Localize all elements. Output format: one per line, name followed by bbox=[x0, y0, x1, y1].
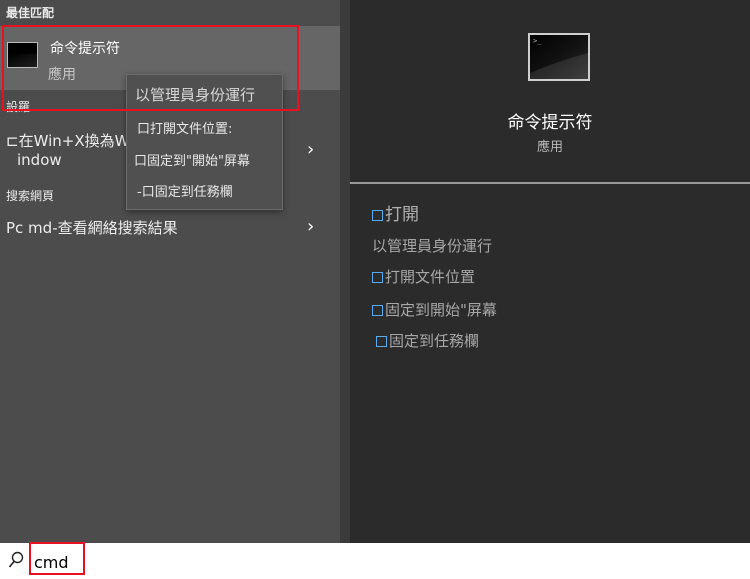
svg-text:>_: >_ bbox=[533, 37, 542, 45]
web-search-result[interactable]: Pc md-查看網絡搜索結果 › bbox=[0, 216, 340, 255]
taskbar-search-box bbox=[0, 543, 750, 579]
context-pin-to-taskbar[interactable]: -口固定到任務欄 bbox=[137, 181, 292, 200]
action-open[interactable]: 打開 bbox=[372, 200, 419, 225]
chevron-right-icon[interactable]: › bbox=[307, 139, 314, 160]
context-open-file-location[interactable]: 口打開文件位置: bbox=[137, 118, 292, 137]
square-icon bbox=[372, 272, 383, 283]
web-search-label: Pc md-查看網絡搜索結果 bbox=[6, 219, 178, 237]
search-input[interactable] bbox=[34, 551, 234, 573]
preview-subtitle: 應用 bbox=[536, 140, 563, 155]
context-pin-to-start[interactable]: 口固定到"開始"屏幕 bbox=[134, 150, 289, 169]
square-icon bbox=[372, 305, 383, 316]
preview-pane: >_ 命令提示符 應用 打開 以管理員身份運行 打開文件位置 固定到開始"屏幕 … bbox=[350, 0, 750, 543]
preview-divider bbox=[350, 182, 750, 184]
square-icon bbox=[376, 336, 387, 347]
settings-result-line2: indow bbox=[17, 151, 62, 169]
action-pin-to-taskbar[interactable]: 固定到任務欄 bbox=[376, 330, 479, 351]
action-pin-to-start[interactable]: 固定到開始"屏幕 bbox=[372, 299, 497, 320]
action-open-file-location[interactable]: 打開文件位置 bbox=[372, 266, 475, 287]
square-icon bbox=[372, 210, 383, 221]
chevron-right-icon[interactable]: › bbox=[307, 216, 314, 237]
cmd-preview-icon: >_ bbox=[528, 33, 590, 81]
action-run-as-admin[interactable]: 以管理員身份運行 bbox=[372, 235, 492, 256]
preview-title: 命令提示符 bbox=[507, 113, 593, 133]
section-web: 搜索網頁 bbox=[6, 189, 55, 203]
cmd-app-icon bbox=[7, 42, 38, 68]
context-run-as-admin[interactable]: 以管理員身份運行 bbox=[135, 84, 290, 105]
section-best-match: 最佳匹配 bbox=[6, 6, 55, 20]
best-match-subtitle: 應用 bbox=[48, 67, 76, 83]
best-match-title: 命令提示符 bbox=[50, 41, 120, 57]
context-menu: 以管理員身份運行 口打開文件位置: 口固定到"開始"屏幕 -口固定到任務欄 bbox=[126, 74, 283, 210]
pane-gap bbox=[340, 0, 350, 543]
search-icon bbox=[8, 551, 24, 568]
section-settings: 設羅 bbox=[6, 100, 31, 114]
